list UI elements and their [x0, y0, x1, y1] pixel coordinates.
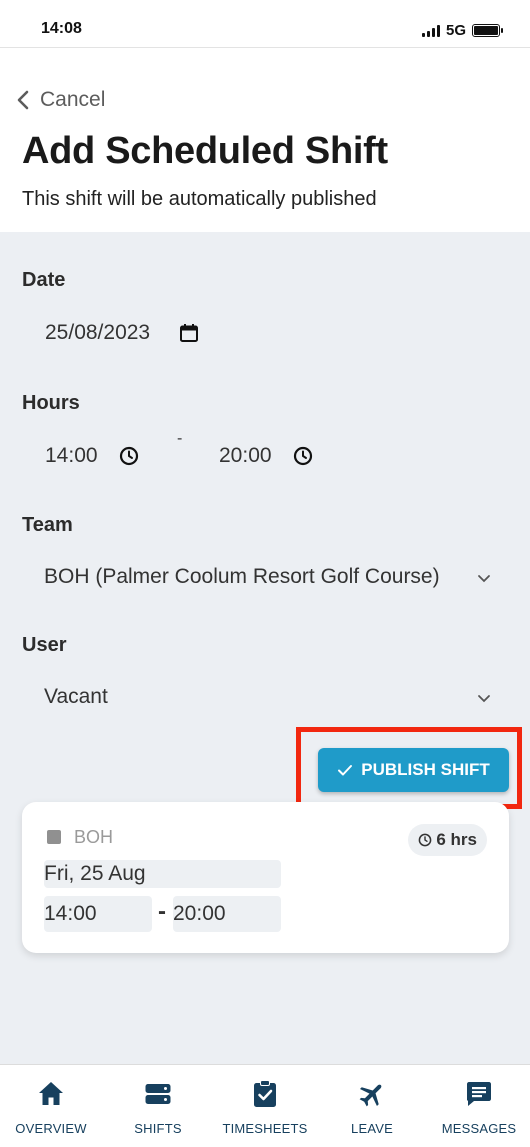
card-start-time: 14:00 — [44, 896, 152, 932]
user-label: User — [22, 634, 67, 656]
airplane-icon — [359, 1084, 382, 1107]
card-day: Fri, 25 Aug — [44, 860, 281, 888]
status-time: 14:08 — [41, 20, 82, 37]
hours-separator: - — [177, 430, 183, 447]
tab-overview[interactable]: OVERVIEW — [1, 1079, 101, 1136]
shifts-icon — [145, 1084, 171, 1104]
shift-preview-card: BOH 6 hrs Fri, 25 Aug 14:00 - 20:00 — [22, 802, 509, 953]
clock-icon — [419, 833, 432, 847]
duration-badge: 6 hrs — [408, 824, 487, 856]
network-label: 5G — [445, 22, 466, 39]
team-color-swatch — [47, 830, 61, 844]
tab-leave[interactable]: LEAVE — [322, 1079, 422, 1136]
end-time-field[interactable]: 20:00 — [219, 444, 272, 468]
card-time-separator: - — [158, 898, 166, 925]
home-icon — [39, 1082, 63, 1105]
duration-text: 6 hrs — [436, 830, 477, 849]
team-select[interactable]: BOH (Palmer Coolum Resort Golf Course) — [44, 565, 440, 589]
hours-label: Hours — [22, 392, 80, 414]
publish-shift-label: PUBLISH SHIFT — [361, 760, 490, 779]
bottom-tab-bar: OVERVIEW SHIFTS TIMESHEETS LEAVE MESSAGE… — [0, 1064, 530, 1147]
card-team: BOH — [74, 827, 114, 847]
cancel-button[interactable]: Cancel — [14, 88, 105, 112]
publish-shift-button[interactable]: PUBLISH SHIFT — [318, 748, 509, 792]
tab-messages-label: MESSAGES — [441, 1121, 517, 1136]
tab-timesheets[interactable]: TIMESHEETS — [215, 1079, 315, 1136]
messages-icon — [467, 1082, 491, 1106]
card-end-time: 20:00 — [173, 896, 281, 932]
tab-messages[interactable]: MESSAGES — [429, 1079, 529, 1136]
signal-icon — [421, 24, 440, 37]
start-time-field[interactable]: 14:00 — [45, 444, 98, 468]
clock-icon[interactable] — [119, 446, 139, 466]
page-subtitle: This shift will be automatically publish… — [22, 188, 377, 210]
chevron-down-icon[interactable] — [476, 570, 492, 586]
timesheets-icon — [254, 1080, 276, 1107]
page-header: Cancel Add Scheduled Shift This shift wi… — [0, 48, 530, 232]
chevron-left-icon — [17, 90, 29, 110]
tab-overview-label: OVERVIEW — [15, 1121, 87, 1136]
user-select[interactable]: Vacant — [44, 685, 108, 709]
date-field[interactable]: 25/08/2023 — [45, 321, 150, 345]
calendar-icon[interactable] — [179, 323, 199, 343]
date-label: Date — [22, 269, 66, 291]
tab-shifts-label: SHIFTS — [134, 1121, 182, 1136]
check-icon — [338, 765, 353, 776]
tab-timesheets-label: TIMESHEETS — [222, 1121, 308, 1136]
tab-leave-label: LEAVE — [351, 1121, 393, 1136]
team-label: Team — [22, 514, 73, 536]
status-bar: 14:08 5G — [0, 0, 530, 48]
battery-icon — [472, 24, 503, 37]
chevron-down-icon[interactable] — [476, 690, 492, 706]
cancel-label: Cancel — [40, 88, 106, 111]
tab-shifts[interactable]: SHIFTS — [108, 1079, 208, 1136]
clock-icon[interactable] — [293, 446, 313, 466]
page-title: Add Scheduled Shift — [22, 130, 388, 172]
